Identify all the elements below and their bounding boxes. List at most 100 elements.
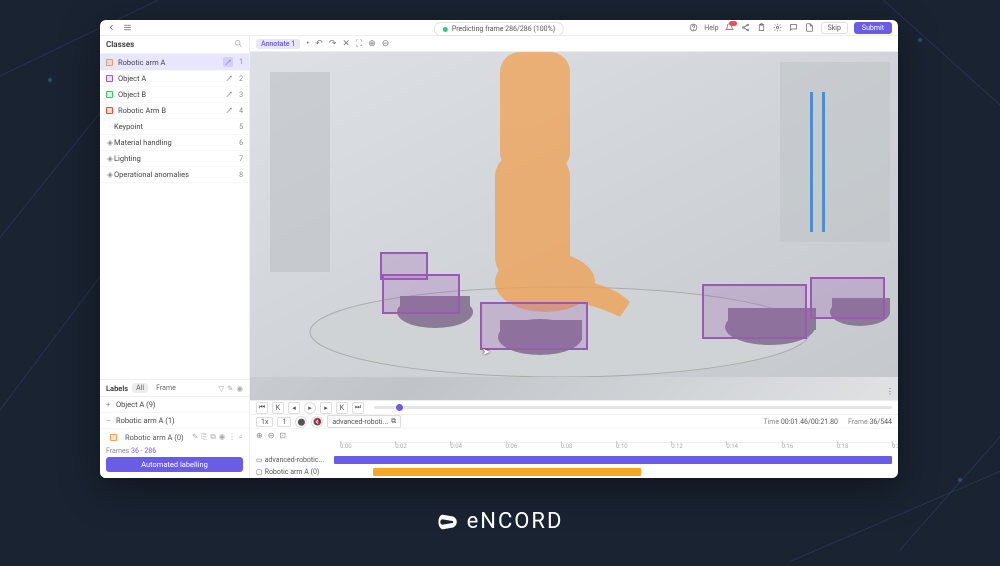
next-frame-icon[interactable]: K: [336, 402, 348, 414]
track-label: ▢ Robotic arm A (0): [256, 468, 334, 476]
wand-icon[interactable]: [225, 107, 233, 115]
gear-icon[interactable]: [773, 23, 783, 33]
clipboard-icon[interactable]: [757, 23, 767, 33]
bbox-object-a[interactable]: [810, 277, 885, 319]
class-name: Robotic arm A: [118, 58, 223, 67]
back-icon[interactable]: [106, 23, 116, 33]
comment-icon[interactable]: [789, 23, 799, 33]
crop-icon[interactable]: ✕: [342, 39, 350, 49]
share-icon[interactable]: [741, 23, 751, 33]
brush-icon[interactable]: ✎: [227, 384, 233, 393]
label-row[interactable]: + Object A (9): [100, 397, 249, 413]
track-row[interactable]: ▢ Robotic arm A (0): [250, 466, 898, 478]
zoom-in-icon[interactable]: ⊕: [368, 39, 376, 49]
zoom-in-icon[interactable]: ⊕: [256, 431, 263, 440]
zoom-out-icon[interactable]: ⊖: [268, 431, 275, 440]
filename-chip[interactable]: advanced-roboti... ⧉: [327, 415, 401, 428]
class-shortcut: 4: [233, 107, 243, 115]
track-bar-area[interactable]: [334, 468, 892, 476]
class-shortcut: 3: [233, 91, 243, 99]
video-viewport[interactable]: ➤ ⋮: [250, 52, 898, 400]
cursor-icon: ➤: [482, 347, 490, 358]
class-shortcut: 7: [233, 155, 243, 163]
class-shortcut: 2: [233, 75, 243, 83]
bbox-object-a[interactable]: [382, 274, 460, 314]
track-bar[interactable]: [373, 468, 641, 476]
wand-icon[interactable]: [223, 57, 233, 67]
eye-icon[interactable]: ◉: [219, 432, 226, 442]
redo-icon[interactable]: ↷: [329, 39, 337, 49]
class-item[interactable]: Object A2: [100, 71, 249, 87]
bbox-object-a[interactable]: [702, 284, 807, 339]
document-icon[interactable]: [805, 23, 815, 33]
expand-icon[interactable]: +: [106, 400, 116, 409]
scrub-bar[interactable]: [374, 406, 892, 409]
timeline-ruler: 0:000:020:040:060:080:100:120:140:160:18…: [340, 442, 892, 454]
main-panel: Annotate 1 • ↶ ↷ ✕ ⛶ ⊕ ⊖: [250, 36, 898, 478]
record-icon[interactable]: ⬤: [295, 416, 307, 428]
tag-icon: ◈: [106, 139, 114, 147]
menu-icon[interactable]: [122, 23, 132, 33]
class-item[interactable]: ·Keypoint5: [100, 119, 249, 135]
help-label[interactable]: Help: [704, 24, 718, 32]
frame-input[interactable]: 1: [277, 417, 291, 427]
undo-icon[interactable]: ↶: [315, 39, 323, 49]
tab-frame[interactable]: Frame: [152, 383, 180, 393]
status-dot-icon: [443, 27, 448, 32]
edit-icon[interactable]: ✎: [192, 432, 198, 442]
bbox-object-a[interactable]: [380, 252, 428, 280]
skip-start-icon[interactable]: ⏮: [256, 402, 268, 414]
automated-labelling-button[interactable]: Automated labelling: [106, 457, 243, 472]
color-swatch-icon: [110, 434, 117, 441]
play-icon[interactable]: ▸: [304, 402, 316, 414]
scrub-thumb[interactable]: [396, 404, 403, 411]
class-item[interactable]: Object B3: [100, 87, 249, 103]
timeline-zoom: ⊕ ⊖ ⊡: [250, 428, 898, 442]
link-icon[interactable]: ⎘: [201, 432, 207, 442]
bullet-icon[interactable]: •: [306, 39, 309, 49]
ruler-tick: 0:10: [616, 443, 628, 450]
label-sub-row[interactable]: Robotic arm A (0) ✎ ⎘ ⧉ ◉ ⋮ ⌕: [100, 429, 249, 445]
skip-end-icon[interactable]: ⏭: [352, 402, 364, 414]
class-item[interactable]: ◈Operational anomalies8: [100, 167, 249, 183]
search-small-icon[interactable]: ⌕: [239, 432, 243, 442]
track-bar-area[interactable]: [334, 456, 892, 464]
filter-icon[interactable]: ▽: [218, 384, 224, 393]
notification-icon[interactable]: [725, 23, 735, 33]
copy-icon[interactable]: ⧉: [391, 417, 396, 426]
fit-icon[interactable]: ⊡: [279, 431, 286, 440]
prev-frame-icon[interactable]: K: [272, 402, 284, 414]
wand-icon[interactable]: [225, 91, 233, 99]
ruler-tick: 0:00: [340, 443, 352, 450]
more-icon[interactable]: ⋮: [228, 432, 236, 442]
speed-chip[interactable]: 1x: [256, 417, 273, 427]
zoom-out-icon[interactable]: ⊖: [382, 39, 390, 49]
tab-all[interactable]: All: [132, 383, 148, 393]
track-bar[interactable]: [334, 456, 892, 464]
track-label: ▭ advanced-robotic...: [256, 456, 334, 464]
collapse-icon[interactable]: –: [106, 416, 116, 425]
class-item[interactable]: ◈Material handling6: [100, 135, 249, 151]
label-row[interactable]: – Robotic arm A (1): [100, 413, 249, 429]
encord-mark-icon: [437, 511, 459, 533]
class-item[interactable]: Robotic Arm B4: [100, 103, 249, 119]
eye-icon[interactable]: ◉: [236, 384, 243, 393]
class-item[interactable]: Robotic arm A1: [100, 54, 249, 71]
submit-button[interactable]: Submit: [854, 22, 892, 34]
more-vert-icon[interactable]: ⋮: [886, 387, 894, 396]
step-back-icon[interactable]: ◂: [288, 402, 300, 414]
search-icon[interactable]: [234, 39, 243, 50]
wand-icon[interactable]: [225, 75, 233, 83]
expand-icon[interactable]: ⛶: [356, 39, 362, 49]
annotate-chip[interactable]: Annotate 1: [256, 39, 300, 49]
help-icon[interactable]: [688, 23, 698, 33]
mute-icon[interactable]: 🔇: [311, 416, 323, 428]
step-fwd-icon[interactable]: ▸: [320, 402, 332, 414]
ruler-tick: 0:08: [561, 443, 573, 450]
skip-button[interactable]: Skip: [821, 22, 848, 34]
class-item[interactable]: ◈Lighting7: [100, 151, 249, 167]
track-row[interactable]: ▭ advanced-robotic...: [250, 454, 898, 466]
bbox-object-a[interactable]: [480, 302, 588, 350]
ruler-tick: 0:20: [892, 443, 898, 450]
copy-icon[interactable]: ⧉: [210, 432, 215, 442]
